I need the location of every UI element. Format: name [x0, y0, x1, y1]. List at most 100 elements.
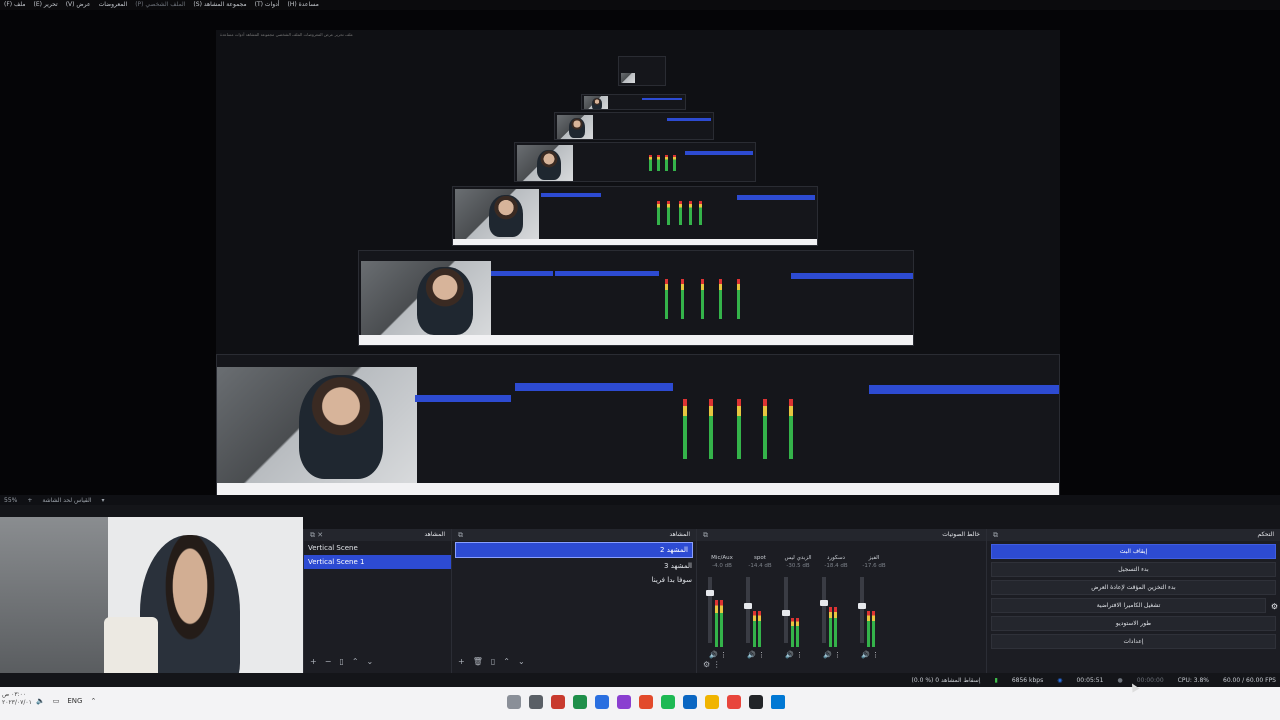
scene-item[interactable]: Vertical Scene [304, 541, 451, 555]
slider-knob[interactable] [782, 610, 790, 616]
menu-help[interactable]: مساعدة (H) [283, 0, 322, 10]
taskbar-app-icon[interactable] [507, 695, 521, 709]
channel-controls[interactable]: 🔊 ⋮ [747, 651, 765, 659]
preview-toolbar: 55% + القياس لحد الشاشة ▾ [0, 495, 1280, 505]
menu-docks[interactable]: المعروضات [95, 0, 132, 10]
preview-area[interactable]: ملف تحرير عرض المعروضات الملف الشخصي مجم… [0, 10, 1280, 496]
filter-icon[interactable]: ▯ [339, 657, 343, 669]
meter-bar [867, 611, 870, 647]
taskbar-app-icon[interactable] [573, 695, 587, 709]
volume-slider[interactable] [820, 577, 828, 643]
channel-controls[interactable]: 🔊 ⋮ [823, 651, 841, 659]
source-item[interactable]: سوفا بدا فرينا [452, 573, 696, 587]
channel-controls[interactable]: 🔊 ⋮ [709, 651, 727, 659]
channel-name: الفيز [868, 555, 880, 561]
dock-float-icon[interactable]: ⧉ [993, 531, 998, 539]
nested-frame-2 [514, 142, 756, 182]
fit-label[interactable]: القياس لحد الشاشة [42, 497, 91, 504]
slider-knob[interactable] [858, 603, 866, 609]
meter-bar [758, 611, 761, 647]
channel-name: الزبدي ليس [784, 555, 812, 561]
menu-profile[interactable]: الملف الشخصي (P) [131, 0, 189, 10]
menu-scene-collection[interactable]: مجموعة المشاهد (S) [189, 0, 250, 10]
slider-knob[interactable] [706, 590, 714, 596]
mixer-channel: الزبدي ليس -30.5 dB 🔊 ⋮ [779, 555, 817, 675]
status-bar: (0.0 %) إسقاط المشاهد 0 ▮ 6856 kbps ◉ 00… [0, 673, 1280, 687]
menu-edit[interactable]: تحرير (E) [29, 0, 61, 10]
start-recording-button[interactable]: بدء التسجيل [991, 562, 1276, 577]
nested-frame-main [216, 354, 1060, 496]
nested-webcam [557, 115, 593, 139]
language-indicator[interactable]: ENG [67, 697, 82, 705]
clock[interactable]: ٠٣:٠٠ ص ٢٠٢٣/٠٧/٠١ [2, 691, 32, 707]
network-icon: ▮ [994, 676, 998, 684]
move-down-icon[interactable]: ⌄ [518, 657, 525, 669]
bitrate: 6856 kbps [1011, 676, 1044, 684]
gear-icon[interactable]: ⚙ [1271, 602, 1278, 611]
taskbar-app-icon[interactable] [551, 695, 565, 709]
main-panel: المشاهد ✕ ⧉ Vertical Scene Vertical Scen… [0, 505, 1280, 691]
taskbar-app-icon[interactable] [617, 695, 631, 709]
add-icon[interactable]: + [310, 657, 317, 669]
volume-slider[interactable] [706, 577, 714, 643]
taskbar-app-icon[interactable] [727, 695, 741, 709]
source-item[interactable]: المشهد 3 [452, 559, 696, 573]
slider-knob[interactable] [744, 603, 752, 609]
virtual-camera-button[interactable]: تشغيل الكاميرا الافتراضية [991, 598, 1266, 613]
zoom-level[interactable]: 55% [4, 497, 17, 504]
mixer-channels: Mic/Aux -4.0 dB 🔊 ⋮ spot -14.4 dB 🔊 ⋮ الزبدي ل… [697, 541, 986, 681]
menu-view[interactable]: عرض (V) [62, 0, 95, 10]
move-down-icon[interactable]: ⌄ [367, 657, 374, 669]
taskbar-app-icon[interactable] [529, 695, 543, 709]
stop-streaming-button[interactable]: إيقاف البث [991, 544, 1276, 559]
volume-slider[interactable] [744, 577, 752, 643]
mixer-settings-icon[interactable]: ⚙ ⋮ [703, 660, 721, 669]
properties-icon[interactable]: ▯ [491, 657, 495, 669]
remove-icon[interactable]: − [325, 657, 332, 669]
plus-icon[interactable]: + [27, 497, 32, 504]
nested-taskbar [453, 239, 817, 245]
channel-controls[interactable]: 🔊 ⋮ [785, 651, 803, 659]
level-meter [749, 575, 763, 647]
chevron-up-icon[interactable]: ⌃ [90, 697, 96, 705]
meter-bar [834, 607, 837, 647]
mixer-channel: الفيز -17.6 dB 🔊 ⋮ [855, 555, 893, 675]
chevron-down-icon[interactable]: ▾ [101, 497, 104, 504]
channel-controls[interactable]: 🔊 ⋮ [861, 651, 879, 659]
volume-icon[interactable]: 🔈 [36, 697, 45, 705]
move-up-icon[interactable]: ⌃ [503, 657, 510, 669]
studio-mode-button[interactable]: طور الاستوديو [991, 616, 1276, 631]
channel-db: -17.6 dB [862, 563, 886, 569]
add-icon[interactable]: + [458, 657, 465, 669]
nested-frame-0 [358, 250, 914, 346]
taskbar-app-icon[interactable] [595, 695, 609, 709]
sources-toolbar: + 🗑 ▯ ⌃ ⌄ [452, 657, 525, 669]
dock-close-icon[interactable]: ✕ ⧉ [310, 531, 323, 539]
display-icon[interactable]: ▭ [53, 697, 60, 705]
taskbar-app-icon[interactable] [771, 695, 785, 709]
menu-tools[interactable]: أدوات (T) [251, 0, 284, 10]
dock-float-icon[interactable]: ⧉ [703, 531, 708, 539]
controls-header: التحكم ⧉ [987, 529, 1280, 541]
trash-icon[interactable]: 🗑 [473, 657, 483, 669]
taskbar-app-icon[interactable] [749, 695, 763, 709]
mixer-channel: spot -14.4 dB 🔊 ⋮ [741, 555, 779, 675]
taskbar-app-icon[interactable] [661, 695, 675, 709]
sources-dock: المشاهد ⧉ المشهد 2 المشهد 3 سوفا بدا فري… [451, 529, 696, 691]
level-meter [711, 575, 725, 647]
taskbar-app-icon[interactable] [683, 695, 697, 709]
taskbar-app-icon[interactable] [639, 695, 653, 709]
nested-frame-5 [618, 56, 666, 86]
move-up-icon[interactable]: ⌃ [352, 657, 359, 669]
scene-item-selected[interactable]: Vertical Scene 1 [304, 555, 451, 569]
settings-button[interactable]: إعدادات [991, 634, 1276, 649]
audio-mixer-dock: خالط الصوتيات ⧉ Mic/Aux -4.0 dB 🔊 ⋮ spot -14… [696, 529, 986, 691]
slider-knob[interactable] [820, 600, 828, 606]
taskbar-app-icon[interactable] [705, 695, 719, 709]
dock-float-icon[interactable]: ⧉ [458, 531, 463, 539]
volume-slider[interactable] [782, 577, 790, 643]
replay-buffer-button[interactable]: بدء التخزين المؤقت لإعادة العرض [991, 580, 1276, 595]
volume-slider[interactable] [858, 577, 866, 643]
menu-file[interactable]: ملف (F) [0, 0, 29, 10]
source-item-selected[interactable]: المشهد 2 [455, 542, 693, 558]
